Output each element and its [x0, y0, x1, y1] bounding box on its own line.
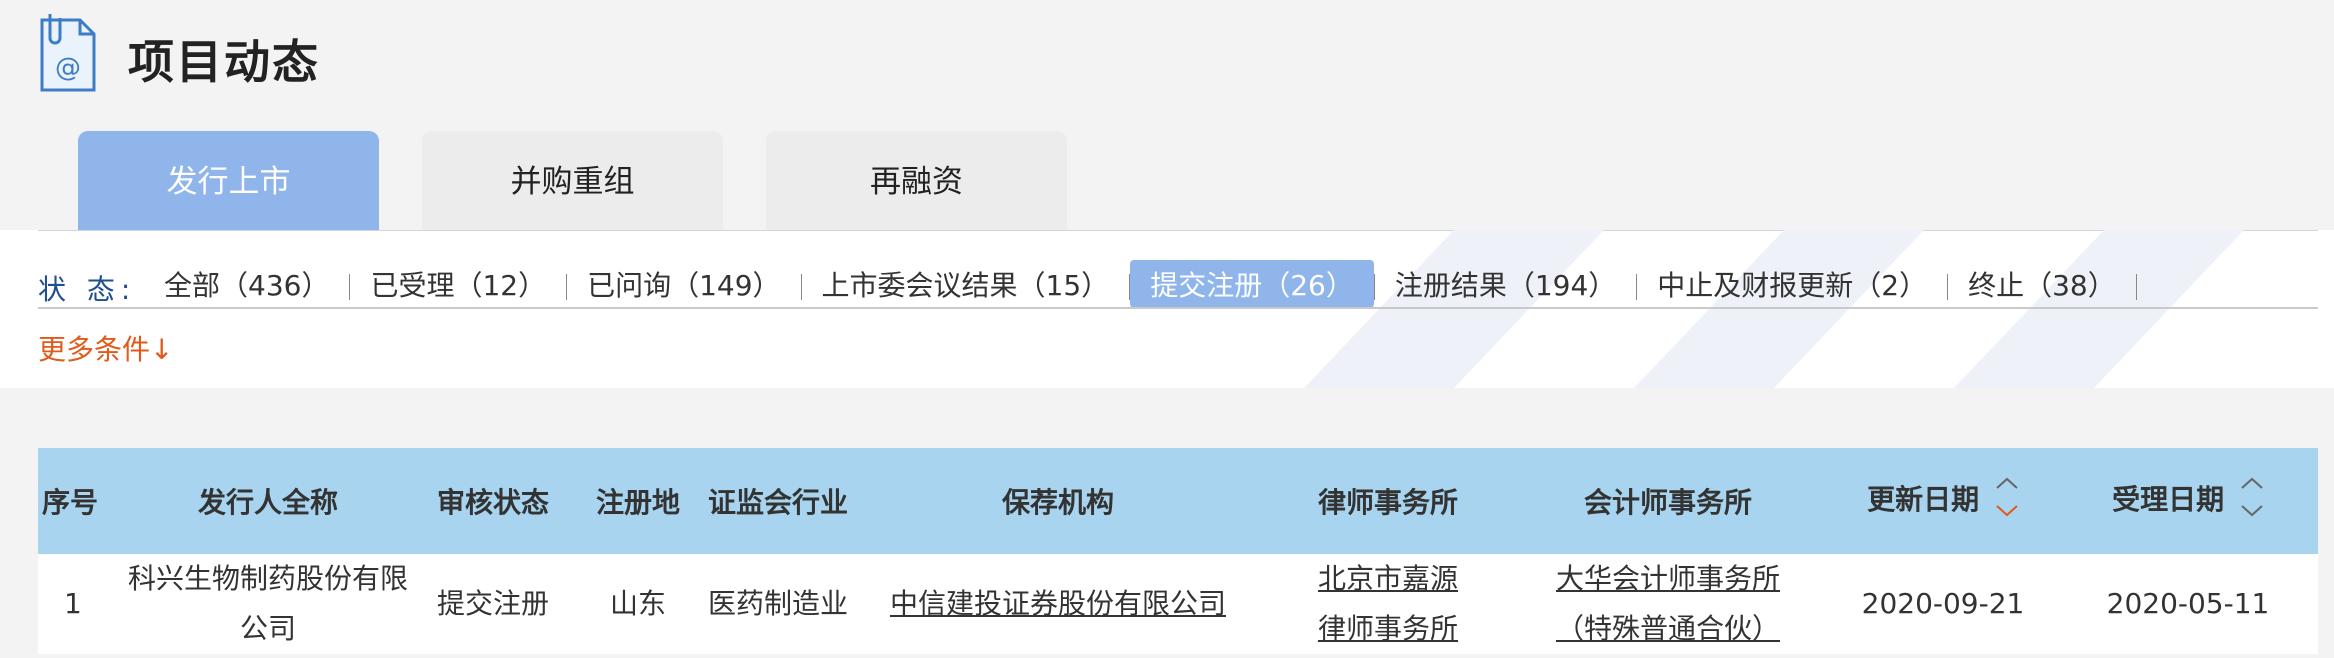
column-header-accepted-label: 受理日期: [2112, 483, 2225, 516]
sort-icon[interactable]: [2240, 474, 2264, 528]
column-header-accepted[interactable]: 受理日期: [2058, 448, 2318, 554]
decorative-stripes: [1304, 230, 2244, 388]
table-header-row: 序号 发行人全称 审核状态 注册地 证监会行业 保荐机构 律师事务所 会计师事务…: [38, 448, 2318, 554]
cell-updated: 2020-09-21: [1861, 587, 2025, 620]
chevron-down-icon: [1996, 505, 2018, 517]
cell-location: 山东: [609, 587, 666, 620]
column-header-updated[interactable]: 更新日期: [1828, 448, 2058, 554]
svg-text:@: @: [55, 53, 81, 83]
more-conditions-link[interactable]: 更多条件↓: [38, 328, 173, 368]
cell-accepted: 2020-05-11: [2106, 587, 2270, 620]
separator: [2135, 274, 2137, 300]
filter-panel: 状 态: 全部（436） 已受理（12） 已问询（149） 上市委会议结果（15） 提交…: [0, 230, 2334, 388]
tab-mergers[interactable]: 并购重组: [422, 131, 723, 230]
column-header-sponsor: 保荐机构: [1001, 486, 1114, 519]
status-option-all[interactable]: 全部（436）: [144, 260, 349, 308]
cell-issuer: 科兴生物制药股份有限公司: [127, 562, 408, 645]
cell-industry: 医药制造业: [708, 587, 849, 620]
column-header-law-firm: 律师事务所: [1317, 486, 1458, 519]
status-filter-row: 状 态: 全部（436） 已受理（12） 已问询（149） 上市委会议结果（15） 提交…: [38, 260, 2318, 308]
table-row: 1 科兴生物制药股份有限公司 提交注册 山东 医药制造业 中信建投证券股份有限公…: [38, 554, 2318, 654]
accounting-line2: （特殊普通合伙）: [1555, 612, 1780, 645]
status-option-registered[interactable]: 注册结果（194）: [1375, 260, 1636, 308]
law-firm-line2: 律师事务所: [1317, 612, 1458, 645]
cell-status: 提交注册: [436, 587, 549, 620]
page-title: 项目动态: [128, 35, 320, 89]
chevron-down-icon: [2241, 505, 2263, 517]
accounting-line1: 大华会计师事务所: [1555, 562, 1780, 595]
status-option-accepted[interactable]: 已受理（12）: [350, 260, 566, 308]
project-table: 序号 发行人全称 审核状态 注册地 证监会行业 保荐机构 律师事务所 会计师事务…: [38, 448, 2318, 654]
column-header-updated-label: 更新日期: [1867, 483, 1980, 516]
status-option-submitted[interactable]: 提交注册（26）: [1130, 260, 1374, 308]
tab-refinancing[interactable]: 再融资: [766, 131, 1067, 230]
column-header-issuer: 发行人全称: [197, 486, 338, 519]
divider: [38, 307, 2318, 309]
document-attachment-icon: @: [40, 14, 96, 92]
status-label: 状 态:: [38, 273, 137, 306]
column-header-seq: 序号: [42, 486, 99, 519]
column-header-accounting-firm: 会计师事务所: [1583, 486, 1752, 519]
column-header-location: 注册地: [595, 486, 680, 519]
tab-ipo[interactable]: 发行上市: [78, 131, 379, 230]
sort-icon[interactable]: [1995, 474, 2019, 528]
status-option-suspended[interactable]: 中止及财报更新（2）: [1637, 260, 1947, 308]
column-header-status: 审核状态: [436, 486, 549, 519]
page-header: @ 项目动态: [0, 0, 2334, 130]
status-option-committee[interactable]: 上市委会议结果（15）: [802, 260, 1130, 308]
status-option-terminated[interactable]: 终止（38）: [1948, 260, 2136, 308]
cell-sponsor-link[interactable]: 中信建投证券股份有限公司: [848, 554, 1268, 654]
law-firm-line1: 北京市嘉源: [1317, 562, 1458, 595]
chevron-up-icon: [2241, 477, 2263, 489]
status-option-inquired[interactable]: 已问询（149）: [567, 260, 800, 308]
cell-law-firm-link[interactable]: 北京市嘉源 律师事务所: [1268, 554, 1508, 654]
cell-seq: 1: [64, 587, 82, 620]
cell-accounting-firm-link[interactable]: 大华会计师事务所 （特殊普通合伙）: [1508, 554, 1828, 654]
column-header-industry: 证监会行业: [708, 486, 849, 519]
chevron-up-icon: [1996, 477, 2018, 489]
